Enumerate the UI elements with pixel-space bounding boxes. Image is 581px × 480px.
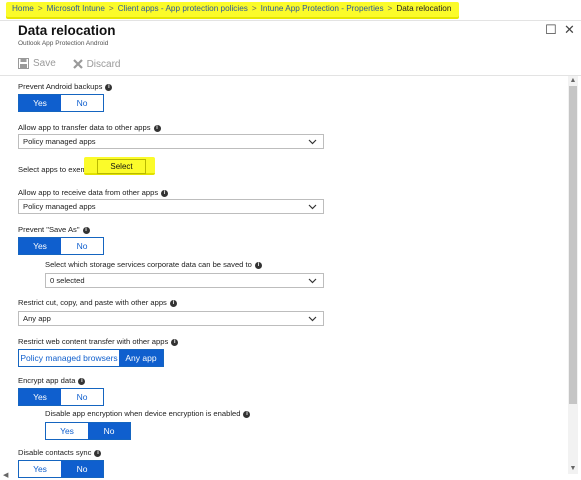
transfer-data-dropdown[interactable]: Policy managed apps [18, 134, 324, 149]
save-label: Save [33, 58, 56, 69]
vertical-scrollbar[interactable]: ▲ ▼ [568, 76, 578, 474]
breadcrumb-intune[interactable]: Microsoft Intune [47, 4, 105, 13]
breadcrumb-bar: Home > Microsoft Intune > Client apps - App … [0, 0, 581, 20]
disable-encryption-toggle: Yes No [45, 422, 131, 440]
breadcrumb-properties[interactable]: Intune App Protection - Properties [261, 4, 384, 13]
web-content-label: Restrict web content transfer with other… [18, 337, 179, 346]
breadcrumb-separator: > [251, 4, 257, 13]
encrypt-no[interactable]: No [61, 389, 103, 405]
save-icon [18, 58, 29, 69]
transfer-data-value: Policy managed apps [23, 137, 96, 146]
transfer-data-label: Allow app to transfer data to other apps… [18, 123, 161, 132]
info-icon[interactable]: i [82, 226, 90, 234]
info-icon[interactable]: i [161, 189, 169, 197]
scroll-down-icon[interactable]: ▼ [568, 464, 578, 474]
page-subtitle: Outlook App Protection Android [18, 40, 109, 47]
web-content-toggle: Policy managed browsers Any app [18, 349, 164, 367]
chevron-down-icon [308, 316, 317, 322]
storage-services-value: 0 selected [50, 276, 85, 285]
receive-data-value: Policy managed apps [23, 202, 96, 211]
breadcrumb-separator: > [108, 4, 114, 13]
horizontal-scrollbar[interactable]: ◀ [0, 471, 581, 480]
cut-copy-paste-dropdown[interactable]: Any app [18, 311, 324, 326]
prevent-save-as-no[interactable]: No [61, 238, 103, 254]
discard-icon [72, 59, 83, 69]
web-content-policy-browsers[interactable]: Policy managed browsers [19, 350, 119, 366]
divider [0, 20, 581, 21]
prevent-backups-toggle: Yes No [18, 94, 104, 112]
discard-label: Discard [86, 58, 121, 70]
info-icon[interactable]: i [254, 261, 262, 269]
disable-encryption-yes[interactable]: Yes [46, 423, 88, 439]
breadcrumb-client-apps[interactable]: Client apps - App protection policies [118, 4, 248, 13]
info-icon[interactable]: i [171, 338, 179, 346]
encrypt-yes[interactable]: Yes [19, 389, 61, 405]
discard-button[interactable]: Discard [72, 58, 121, 70]
cut-copy-paste-value: Any app [23, 314, 51, 323]
info-icon[interactable]: i [105, 83, 113, 91]
scroll-left-icon[interactable]: ◀ [3, 471, 8, 479]
encrypt-toggle: Yes No [18, 388, 104, 406]
breadcrumb-separator: > [37, 4, 43, 13]
save-button[interactable]: Save [18, 58, 56, 69]
info-icon[interactable]: i [78, 377, 86, 385]
cut-copy-paste-label: Restrict cut, copy, and paste with other… [18, 298, 177, 307]
info-icon[interactable]: i [94, 449, 102, 457]
info-icon[interactable]: i [243, 410, 251, 418]
settings-panel: Prevent Android backups i Yes No Allow ap… [0, 76, 567, 478]
encrypt-label: Encrypt app data i [18, 376, 86, 385]
storage-services-label: Select which storage services corporate … [45, 260, 262, 269]
chevron-down-icon [308, 204, 317, 210]
scroll-up-icon[interactable]: ▲ [568, 76, 578, 86]
receive-data-label: Allow app to receive data from other app… [18, 188, 169, 197]
chevron-down-icon [308, 278, 317, 284]
disable-encryption-no[interactable]: No [88, 423, 130, 439]
toolbar: Save Discard [18, 58, 134, 72]
select-apps-button[interactable]: Select [97, 159, 146, 174]
prevent-save-as-yes[interactable]: Yes [19, 238, 61, 254]
prevent-backups-yes[interactable]: Yes [19, 95, 61, 111]
close-button[interactable]: ✕ [564, 22, 575, 38]
prevent-backups-no[interactable]: No [61, 95, 103, 111]
chevron-down-icon [308, 139, 317, 145]
contacts-sync-label: Disable contacts sync i [18, 448, 102, 457]
info-icon[interactable]: i [153, 124, 161, 132]
prevent-save-as-label: Prevent "Save As" i [18, 225, 90, 234]
breadcrumb: Home > Microsoft Intune > Client apps - App … [12, 4, 451, 13]
receive-data-dropdown[interactable]: Policy managed apps [18, 199, 324, 214]
storage-services-dropdown[interactable]: 0 selected [45, 273, 324, 288]
disable-encryption-label: Disable app encryption when device encry… [45, 409, 251, 418]
breadcrumb-home[interactable]: Home [12, 4, 34, 13]
maximize-button[interactable]: ☐ [545, 22, 557, 38]
breadcrumb-current: Data relocation [396, 4, 452, 13]
info-icon[interactable]: i [169, 299, 177, 307]
scrollbar-thumb[interactable] [569, 86, 577, 404]
page-title: Data relocation [18, 23, 116, 38]
prevent-save-as-toggle: Yes No [18, 237, 104, 255]
exempt-label: Select apps to exempt [18, 165, 94, 174]
web-content-any-app[interactable]: Any app [119, 350, 163, 366]
prevent-backups-label: Prevent Android backups i [18, 82, 113, 91]
breadcrumb-separator: > [387, 4, 393, 13]
